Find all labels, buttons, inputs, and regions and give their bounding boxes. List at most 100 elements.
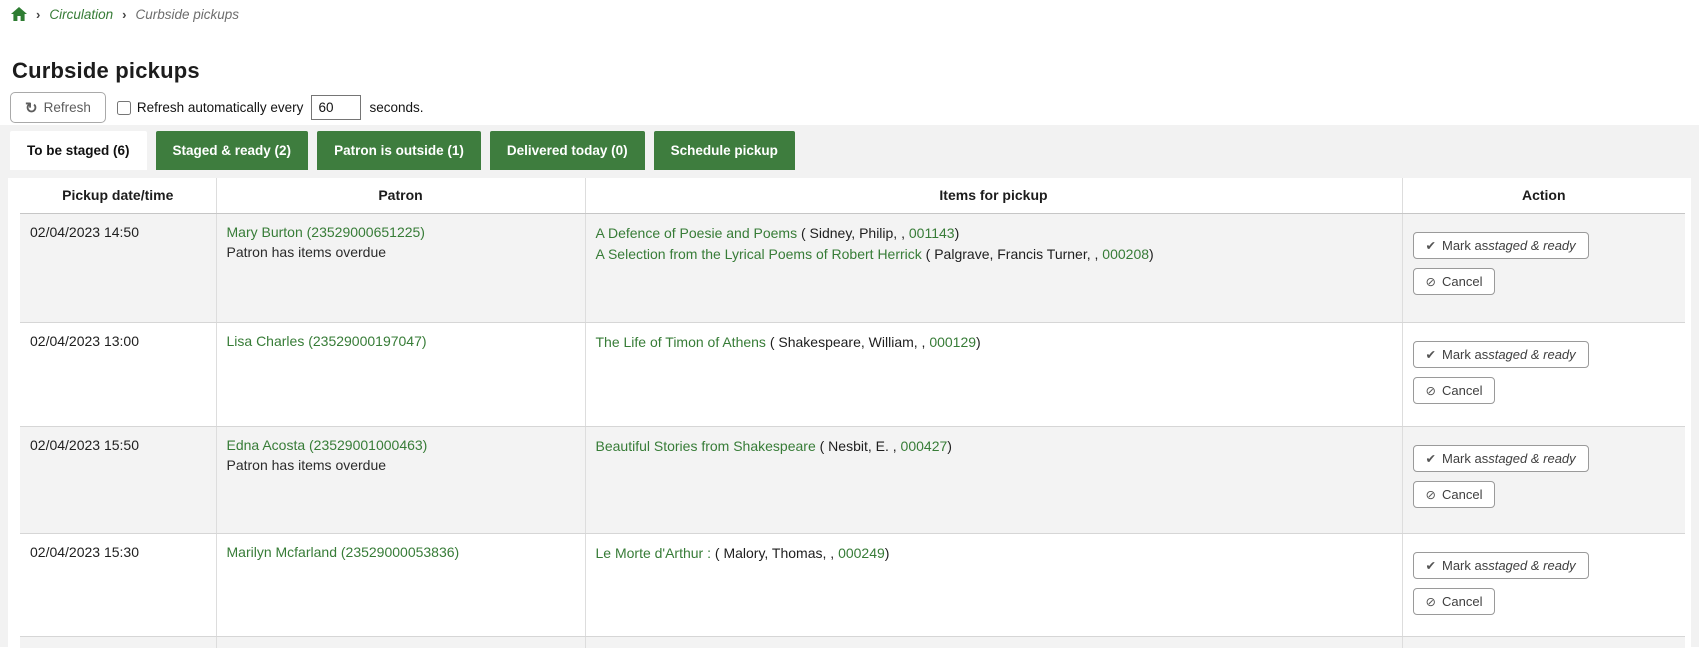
action-cell: ✔Mark as staged & ready ⊘ Cancel — [1402, 426, 1685, 533]
content-background: To be staged (6)Staged & ready (2)Patron… — [0, 125, 1699, 647]
pickup-datetime: 02/04/2023 15:50 — [30, 437, 139, 453]
item-barcode-link[interactable]: 000208 — [1102, 246, 1149, 262]
cancel-icon: ⊘ — [1426, 274, 1436, 289]
breadcrumb-link-circulation[interactable]: Circulation — [49, 7, 113, 22]
partial-cell — [216, 636, 585, 648]
item-line: A Selection from the Lyrical Poems of Ro… — [596, 245, 1392, 263]
column-header-pickup-date-time: Pickup date/time — [20, 178, 216, 213]
item-barcode-link[interactable]: 000249 — [838, 545, 885, 561]
mark-label-emphasis: staged & ready — [1488, 558, 1575, 573]
item-line: Beautiful Stories from Shakespeare ( Nes… — [596, 437, 1392, 455]
item-suffix-text: ) — [976, 334, 981, 350]
refresh-interval-input[interactable] — [311, 95, 361, 120]
items-for-pickup-cell: A Defence of Poesie and Poems ( Sidney, … — [585, 213, 1402, 322]
item-title-link[interactable]: Le Morte d'Arthur : — [596, 545, 712, 561]
item-line: Le Morte d'Arthur : ( Malory, Thomas, , … — [596, 544, 1392, 562]
items-for-pickup-cell: The Life of Timon of Athens ( Shakespear… — [585, 322, 1402, 426]
pickups-table-card: Pickup date/timePatronItems for pickupAc… — [8, 178, 1691, 647]
items-for-pickup-cell: Le Morte d'Arthur : ( Malory, Thomas, , … — [585, 533, 1402, 636]
patron-link[interactable]: Lisa Charles (23529000197047) — [227, 333, 427, 349]
breadcrumb-separator: › — [122, 7, 126, 22]
tab-delivered-today[interactable]: Delivered today (0) — [490, 131, 645, 170]
mark-label-emphasis: staged & ready — [1488, 238, 1575, 253]
item-line: The Life of Timon of Athens ( Shakespear… — [596, 333, 1392, 351]
auto-refresh-label: Refresh automatically every — [137, 100, 304, 115]
action-buttons: ✔ Mark as staged & ready ⊘ Cancel — [1413, 224, 1676, 295]
pickup-datetime-cell: 02/04/2023 15:50 — [20, 426, 216, 533]
auto-refresh-checkbox[interactable] — [117, 101, 131, 115]
mark-label-emphasis: staged & ready — [1488, 347, 1575, 362]
check-icon: ✔ — [1426, 238, 1436, 253]
breadcrumb-separator: › — [36, 7, 40, 22]
patron-link[interactable]: Marilyn Mcfarland (23529000053836) — [227, 544, 460, 560]
column-header-patron: Patron — [216, 178, 585, 213]
tab-patron-outside[interactable]: Patron is outside (1) — [317, 131, 481, 170]
item-suffix-text: ) — [947, 438, 952, 454]
mark-label: Mark as — [1442, 558, 1488, 573]
patron-cell: Mary Burton (23529000651225) Patron has i… — [216, 213, 585, 322]
pickup-datetime-cell: 02/04/2023 13:00 — [20, 322, 216, 426]
mark-staged-ready-button[interactable]: ✔Mark as staged & ready — [1413, 445, 1589, 472]
item-author-text: ( Sidney, Philip, , — [797, 225, 909, 241]
item-suffix-text: ) — [955, 225, 960, 241]
refresh-button[interactable]: ↻ Refresh — [10, 92, 106, 123]
table-row-partial — [20, 636, 1685, 648]
patron-overdue-note: Patron has items overdue — [227, 244, 575, 260]
partial-cell — [585, 636, 1402, 648]
action-cell: ✔Mark as staged & ready ⊘Cancel — [1402, 533, 1685, 636]
pickup-datetime-cell: 02/04/2023 14:50 — [20, 213, 216, 322]
cancel-button[interactable]: ⊘Cancel — [1413, 588, 1496, 615]
action-cell: ✔Mark as staged & ready ⊘Cancel — [1402, 322, 1685, 426]
action-buttons: ✔Mark as staged & ready ⊘ Cancel — [1413, 437, 1676, 508]
cancel-label: Cancel — [1442, 487, 1482, 502]
cancel-label: Cancel — [1442, 274, 1482, 289]
cancel-button[interactable]: ⊘Cancel — [1413, 377, 1496, 404]
cancel-icon: ⊘ — [1426, 487, 1436, 502]
patron-link[interactable]: Edna Acosta (23529001000463) — [227, 437, 428, 453]
column-header-items-for-pickup: Items for pickup — [585, 178, 1402, 213]
patron-overdue-note: Patron has items overdue — [227, 457, 575, 473]
cancel-button[interactable]: ⊘ Cancel — [1413, 481, 1496, 508]
tab-to-be-staged[interactable]: To be staged (6) — [10, 131, 147, 170]
table-row: 02/04/2023 13:00 Lisa Charles (2352900019… — [20, 322, 1685, 426]
item-barcode-link[interactable]: 001143 — [909, 225, 955, 241]
tab-schedule-pickup[interactable]: Schedule pickup — [654, 131, 795, 170]
cancel-button[interactable]: ⊘ Cancel — [1413, 268, 1496, 295]
item-suffix-text: ) — [885, 545, 890, 561]
item-author-text: ( Palgrave, Francis Turner, , — [922, 246, 1103, 262]
to-be-staged-table: Pickup date/timePatronItems for pickupAc… — [20, 178, 1685, 648]
patron-cell: Edna Acosta (23529001000463) Patron has i… — [216, 426, 585, 533]
item-suffix-text: ) — [1149, 246, 1154, 262]
tab-staged-ready[interactable]: Staged & ready (2) — [156, 131, 309, 170]
cancel-label: Cancel — [1442, 594, 1482, 609]
item-barcode-link[interactable]: 000427 — [901, 438, 948, 454]
breadcrumb: › Circulation › Curbside pickups — [11, 7, 239, 22]
item-author-text: ( Shakespeare, William, , — [766, 334, 929, 350]
pickup-datetime: 02/04/2023 13:00 — [30, 333, 139, 349]
patron-cell: Lisa Charles (23529000197047) — [216, 322, 585, 426]
partial-cell — [20, 636, 216, 648]
item-title-link[interactable]: A Selection from the Lyrical Poems of Ro… — [596, 246, 922, 262]
cancel-button-row: ⊘Cancel — [1413, 377, 1676, 404]
mark-staged-ready-button[interactable]: ✔Mark as staged & ready — [1413, 341, 1589, 368]
mark-label: Mark as — [1442, 238, 1488, 253]
mark-staged-ready-button[interactable]: ✔Mark as staged & ready — [1413, 552, 1589, 579]
patron-link[interactable]: Mary Burton (23529000651225) — [227, 224, 425, 240]
table-row: 02/04/2023 15:30 Marilyn Mcfarland (23529… — [20, 533, 1685, 636]
item-title-link[interactable]: Beautiful Stories from Shakespeare — [596, 438, 816, 454]
cancel-button-row: ⊘ Cancel — [1413, 268, 1676, 295]
mark-staged-ready-button[interactable]: ✔ Mark as staged & ready — [1413, 232, 1589, 259]
check-icon: ✔ — [1426, 347, 1436, 362]
pickup-datetime: 02/04/2023 14:50 — [30, 224, 139, 240]
mark-label-emphasis: staged & ready — [1488, 451, 1575, 466]
item-title-link[interactable]: The Life of Timon of Athens — [596, 334, 766, 350]
table-row: 02/04/2023 15:50 Edna Acosta (23529001000… — [20, 426, 1685, 533]
home-icon[interactable] — [11, 7, 27, 22]
item-title-link[interactable]: A Defence of Poesie and Poems — [596, 225, 798, 241]
item-author-text: ( Malory, Thomas, , — [711, 545, 838, 561]
pickup-datetime-cell: 02/04/2023 15:30 — [20, 533, 216, 636]
cancel-icon: ⊘ — [1426, 383, 1436, 398]
item-barcode-link[interactable]: 000129 — [929, 334, 976, 350]
mark-label: Mark as — [1442, 451, 1488, 466]
action-buttons: ✔Mark as staged & ready ⊘Cancel — [1413, 333, 1676, 404]
